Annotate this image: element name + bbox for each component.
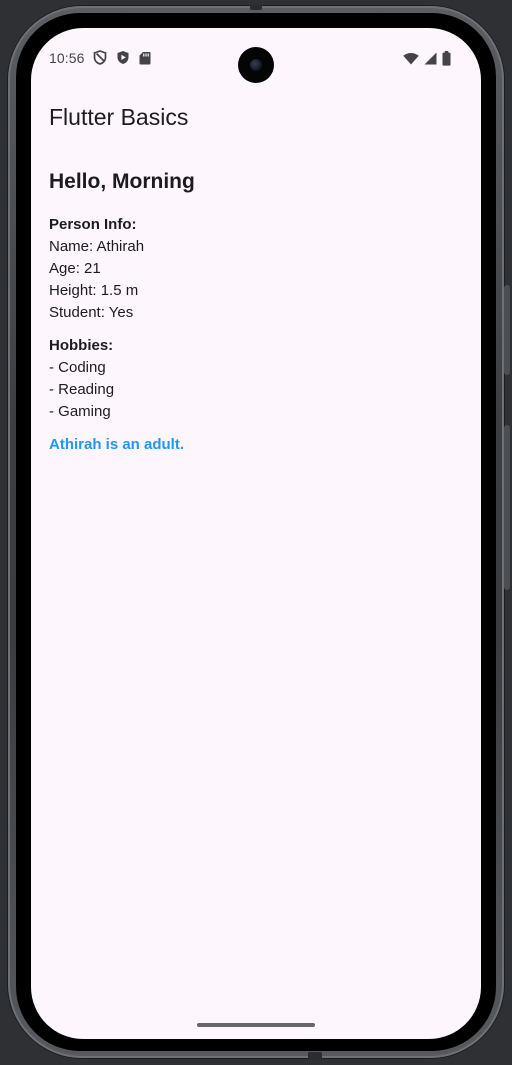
person-student: Student: Yes bbox=[49, 304, 134, 321]
hobbies-heading: Hobbies: bbox=[49, 337, 114, 354]
play-protect-icon bbox=[116, 50, 130, 70]
frame-detail-bottom bbox=[308, 1052, 322, 1060]
status-icons-left bbox=[93, 50, 151, 70]
person-info-heading: Person Info: bbox=[49, 216, 137, 233]
person-name: Name: Athirah bbox=[49, 238, 145, 255]
hobbies-section: Hobbies: - Coding - Reading - Gaming bbox=[49, 335, 469, 423]
person-height: Height: 1.5 m bbox=[49, 282, 139, 299]
hobby-item: - Reading bbox=[49, 381, 115, 398]
screen: 10:56 Flutter Basics Hello, Morning Pers… bbox=[31, 28, 481, 1039]
sd-card-icon bbox=[139, 51, 151, 70]
hobby-item: - Gaming bbox=[49, 403, 111, 420]
volume-button bbox=[504, 425, 510, 590]
status-bar: 10:56 bbox=[31, 28, 481, 88]
status-icons-right bbox=[403, 51, 451, 71]
status-time: 10:56 bbox=[49, 50, 85, 66]
device-stage: 10:56 Flutter Basics Hello, Morning Pers… bbox=[0, 0, 512, 1065]
vpn-shield-icon bbox=[93, 50, 107, 70]
wifi-icon bbox=[403, 52, 419, 70]
battery-icon bbox=[442, 51, 451, 71]
app-title: Flutter Basics bbox=[49, 104, 189, 130]
person-info-section: Person Info: Name: Athirah Age: 21 Heigh… bbox=[49, 214, 469, 324]
frame-detail-top bbox=[250, 4, 262, 10]
cell-signal-icon bbox=[424, 52, 437, 70]
adult-status-text: Athirah is an adult. bbox=[49, 436, 185, 453]
greeting-heading: Hello, Morning bbox=[49, 170, 195, 193]
hobby-item: - Coding bbox=[49, 359, 106, 376]
power-button bbox=[504, 285, 510, 375]
front-camera bbox=[238, 47, 274, 83]
camera-lens bbox=[250, 59, 262, 71]
home-gesture-handle[interactable] bbox=[197, 1023, 315, 1027]
main-content: Hello, Morning Person Info: Name: Athira… bbox=[49, 168, 469, 456]
person-age: Age: 21 bbox=[49, 260, 101, 277]
app-bar: Flutter Basics bbox=[31, 94, 481, 150]
